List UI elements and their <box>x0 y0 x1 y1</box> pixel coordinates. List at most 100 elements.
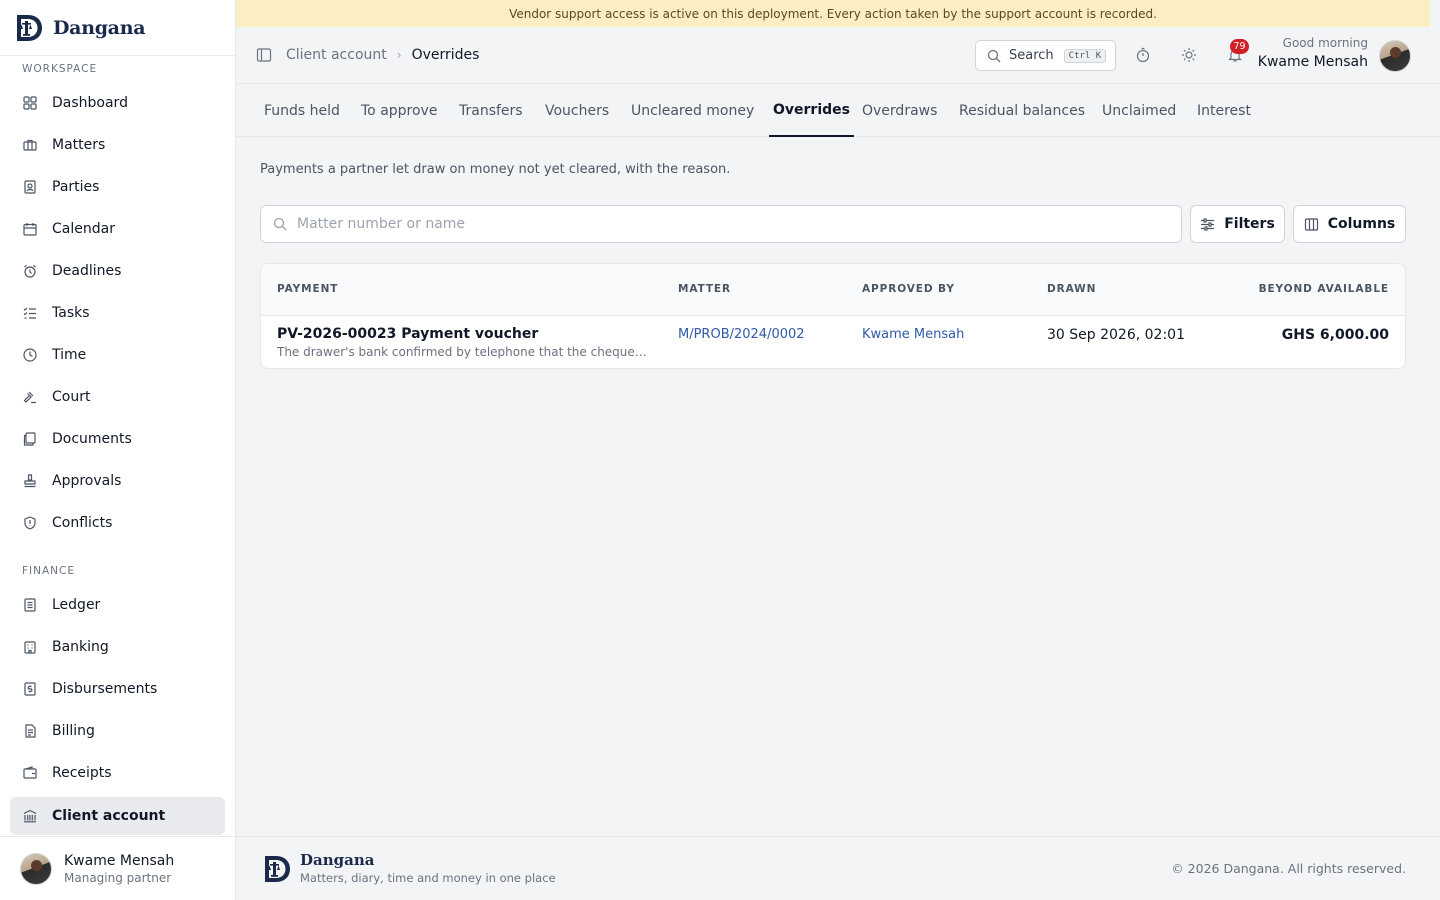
brand-name: Dangana <box>53 16 146 39</box>
bank-building-icon <box>22 639 38 655</box>
sidebar-item-approvals[interactable]: Approvals <box>10 462 225 500</box>
footer-tagline: Matters, diary, time and money in one pl… <box>300 871 556 885</box>
greeting-user-name: Kwame Mensah <box>1257 54 1368 70</box>
sidebar-item-label: Conflicts <box>52 515 113 531</box>
sidebar-item-label: Ledger <box>52 597 101 613</box>
column-header-payment[interactable]: PAYMENT <box>277 283 338 295</box>
sidebar-item-label: Billing <box>52 723 95 739</box>
tab-overdraws[interactable]: Overdraws <box>858 84 941 137</box>
tab-vouchers[interactable]: Vouchers <box>541 84 613 137</box>
global-search-button[interactable]: Search Ctrl K <box>975 40 1116 71</box>
clock-icon <box>22 347 38 363</box>
greeting-text: Good morning <box>1282 36 1368 50</box>
table-row[interactable]: PV-2026-00023 Payment voucher The drawer… <box>261 316 1405 368</box>
footer: Dangana Matters, diary, time and money i… <box>236 836 1440 900</box>
column-header-drawn[interactable]: DRAWN <box>1047 283 1096 295</box>
sidebar-item-label: Disbursements <box>52 681 158 697</box>
tab-overrides[interactable]: Overrides <box>769 84 854 137</box>
override-reason: The drawer's bank confirmed by telephone… <box>277 345 647 359</box>
alarm-clock-icon <box>22 263 38 279</box>
sidebar-item-disbursements[interactable]: Disbursements <box>10 670 225 708</box>
checklist-icon <box>22 305 38 321</box>
tab-funds-held[interactable]: Funds held <box>260 84 344 137</box>
sidebar-item-calendar[interactable]: Calendar <box>10 210 225 248</box>
page-description: Payments a partner let draw on money not… <box>260 162 731 177</box>
tab-uncleared-money[interactable]: Uncleared money <box>627 84 758 137</box>
filters-label: Filters <box>1224 216 1275 232</box>
sidebar: Dangana WORKSPACE Dashboard Matters Part… <box>0 0 236 900</box>
ledger-icon <box>22 597 38 613</box>
sidebar-item-dashboard[interactable]: Dashboard <box>10 84 225 122</box>
sidebar-item-label: Banking <box>52 639 109 655</box>
sidebar-item-deadlines[interactable]: Deadlines <box>10 252 225 290</box>
notification-count-badge: 79 <box>1230 39 1249 54</box>
stamp-icon <box>22 473 38 489</box>
sidebar-item-court[interactable]: Court <box>10 378 225 416</box>
column-header-beyond-available[interactable]: BEYOND AVAILABLE <box>1259 283 1389 295</box>
tab-unclaimed[interactable]: Unclaimed <box>1098 84 1180 137</box>
sidebar-toggle-icon[interactable] <box>256 47 272 63</box>
sidebar-item-billing[interactable]: Billing <box>10 712 225 750</box>
filters-button[interactable]: Filters <box>1190 205 1285 243</box>
sidebar-item-tasks[interactable]: Tasks <box>10 294 225 332</box>
columns-icon <box>1304 217 1319 232</box>
theme-toggle-icon[interactable] <box>1181 47 1197 63</box>
finance-section-title: FINANCE <box>22 565 75 577</box>
approver-link[interactable]: Kwame Mensah <box>862 327 964 342</box>
footer-copyright: © 2026 Dangana. All rights reserved. <box>1171 861 1406 876</box>
landmark-icon <box>22 808 38 824</box>
client-account-tabs: Funds held To approve Transfers Vouchers… <box>236 84 1440 137</box>
timer-icon[interactable] <box>1135 47 1151 63</box>
wallet-icon <box>22 765 38 781</box>
search-icon <box>987 49 1001 62</box>
sidebar-item-documents[interactable]: Documents <box>10 420 225 458</box>
workspace-section-title: WORKSPACE <box>22 63 98 75</box>
shield-icon <box>22 515 38 531</box>
matter-search-input[interactable] <box>297 216 1157 232</box>
sidebar-item-label: Calendar <box>52 221 115 237</box>
sidebar-item-label: Receipts <box>52 765 112 781</box>
column-header-approved-by[interactable]: APPROVED BY <box>862 283 955 295</box>
sidebar-item-label: Dashboard <box>52 95 128 111</box>
invoice-icon <box>22 723 38 739</box>
user-greeting[interactable]: Good morning Kwame Mensah <box>1258 36 1368 70</box>
sidebar-item-label: Time <box>52 347 87 363</box>
breadcrumb-client-account[interactable]: Client account <box>286 47 387 63</box>
columns-label: Columns <box>1327 216 1396 232</box>
drawn-datetime: 30 Sep 2026, 02:01 <box>1047 327 1185 343</box>
sidebar-item-label: Tasks <box>52 305 90 321</box>
search-shortcut: Ctrl K <box>1063 48 1107 63</box>
column-header-matter[interactable]: MATTER <box>678 283 731 295</box>
footer-brand-name: Dangana <box>300 851 375 869</box>
sidebar-item-time[interactable]: Time <box>10 336 225 374</box>
breadcrumb-current: Overrides <box>411 47 480 63</box>
gavel-icon <box>22 389 38 405</box>
avatar[interactable] <box>1379 40 1411 72</box>
sidebar-item-receipts[interactable]: Receipts <box>10 754 225 792</box>
sidebar-item-parties[interactable]: Parties <box>10 168 225 206</box>
chevron-right-icon: › <box>396 48 402 62</box>
sidebar-item-banking[interactable]: Banking <box>10 628 225 666</box>
tab-interest[interactable]: Interest <box>1193 84 1255 137</box>
sidebar-item-conflicts[interactable]: Conflicts <box>10 504 225 542</box>
sidebar-item-ledger[interactable]: Ledger <box>10 586 225 624</box>
dollar-receipt-icon <box>22 681 38 697</box>
sidebar-item-matters[interactable]: Matters <box>10 126 225 164</box>
search-label: Search <box>1009 48 1054 63</box>
sidebar-user-card[interactable]: Kwame Mensah Managing partner <box>0 836 236 900</box>
sidebar-item-client-account[interactable]: Client account <box>10 797 225 835</box>
sidebar-item-label: Deadlines <box>52 263 122 279</box>
sliders-icon <box>1200 217 1215 232</box>
sidebar-item-label: Client account <box>52 808 166 824</box>
support-access-banner: Vendor support access is active on this … <box>236 0 1430 27</box>
topbar: Client account › Overrides Search Ctrl K… <box>236 27 1440 84</box>
tab-residual-balances[interactable]: Residual balances <box>955 84 1089 137</box>
matter-link[interactable]: M/PROB/2024/0002 <box>678 327 805 342</box>
matter-search <box>260 205 1182 243</box>
tab-transfers[interactable]: Transfers <box>455 84 527 137</box>
columns-button[interactable]: Columns <box>1293 205 1406 243</box>
brand[interactable]: Dangana <box>0 0 235 56</box>
dangana-logo-icon <box>17 14 42 41</box>
tab-to-approve[interactable]: To approve <box>357 84 441 137</box>
sidebar-item-label: Court <box>52 389 91 405</box>
